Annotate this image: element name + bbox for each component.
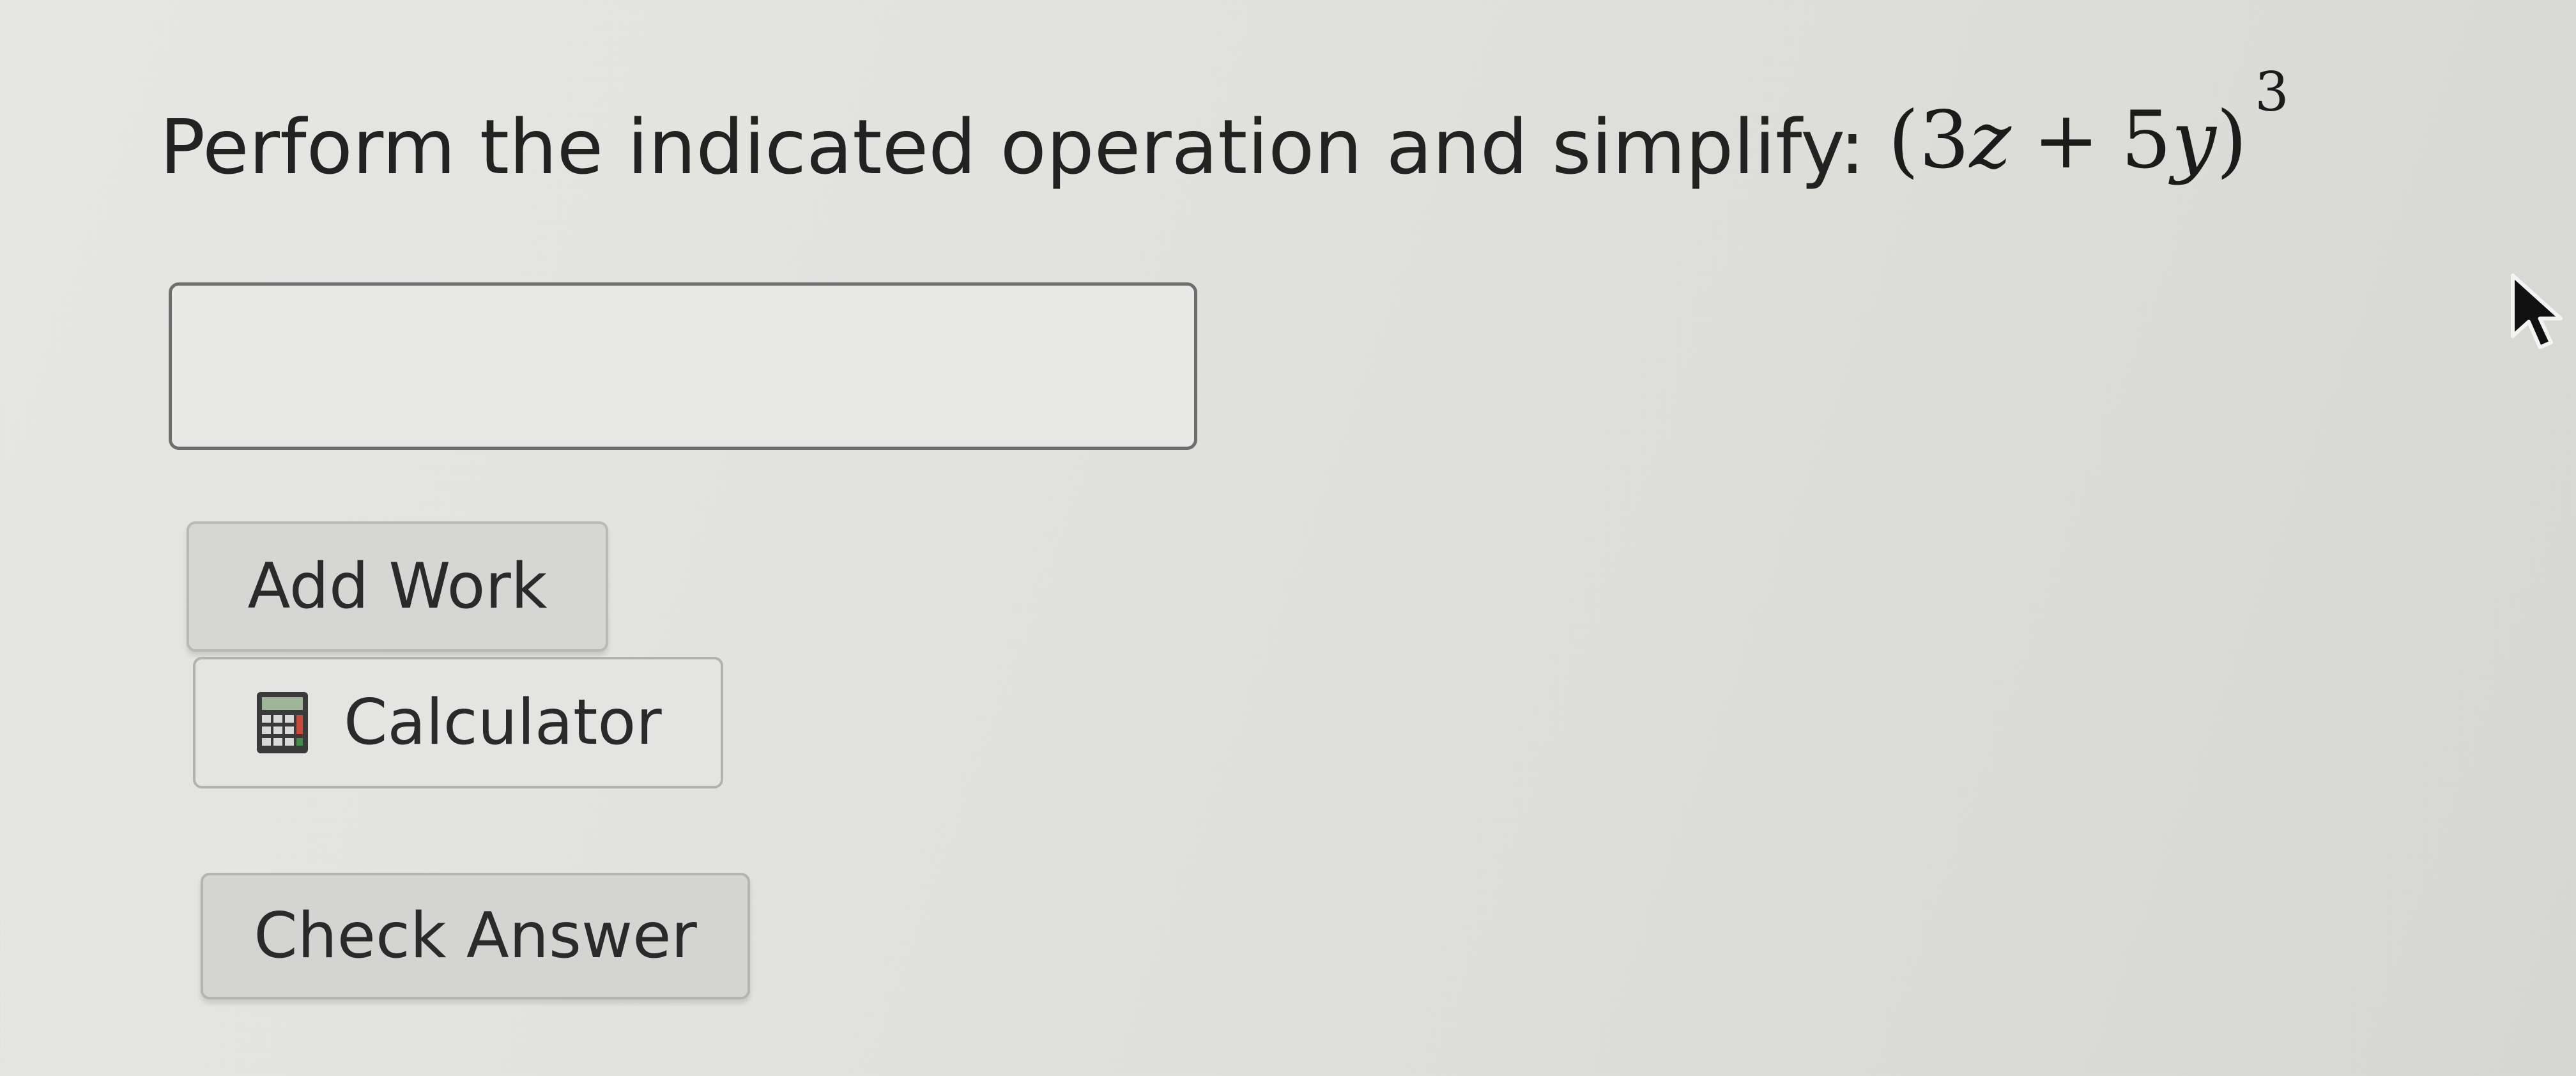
- question-text: Perform the indicated operation and simp…: [160, 103, 1866, 191]
- add-work-label: Add Work: [247, 550, 548, 623]
- coefficient-2: 5: [2120, 95, 2172, 187]
- page: Perform the indicated operation and simp…: [0, 0, 2576, 1076]
- check-answer-button[interactable]: Check Answer: [201, 873, 750, 999]
- answer-input[interactable]: [169, 282, 1197, 450]
- math-expression: ( 3 z + 5 y ) 3: [1888, 65, 2288, 192]
- calculator-label: Calculator: [344, 686, 662, 759]
- check-answer-label: Check Answer: [254, 900, 697, 972]
- mouse-pointer-icon: [2510, 272, 2576, 362]
- question-prompt: Perform the indicated operation and simp…: [160, 58, 2289, 198]
- close-paren: ): [2216, 95, 2248, 187]
- variable-1: z: [1969, 95, 2011, 187]
- variable-2: y: [2171, 95, 2216, 187]
- open-paren: (: [1888, 95, 1919, 187]
- exponent: 3: [2255, 61, 2289, 123]
- add-work-button[interactable]: Add Work: [187, 521, 608, 652]
- coefficient-1: 3: [1919, 95, 1970, 187]
- plus-operator: +: [2032, 95, 2099, 187]
- calculator-icon: [257, 692, 308, 753]
- calculator-button[interactable]: Calculator: [193, 657, 723, 788]
